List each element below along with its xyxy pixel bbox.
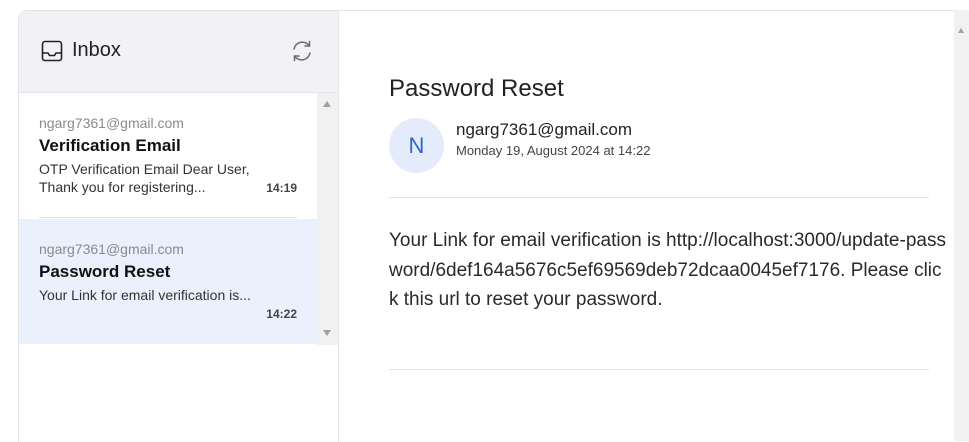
page-scrollbar[interactable] (954, 10, 969, 441)
inbox-tray-icon (41, 40, 63, 62)
mail-subject: Password Reset (39, 262, 171, 281)
mail-list-scrollbar[interactable] (317, 93, 338, 345)
mail-preview: Your Link for email verification is... (39, 287, 251, 303)
mail-reader: Password Reset N ngarg7361@gmail.com Mon… (339, 11, 969, 442)
inbox-sidebar: Inbox ngarg7361@gmail.com Verification E… (19, 11, 339, 442)
mail-sender: ngarg7361@gmail.com (39, 115, 184, 131)
mail-sender: ngarg7361@gmail.com (39, 241, 184, 257)
scroll-up-arrow-icon[interactable] (323, 101, 331, 107)
mail-time: 14:19 (266, 181, 297, 195)
reader-divider-bottom (389, 369, 929, 370)
list-divider (39, 217, 297, 218)
avatar: N (389, 118, 444, 173)
mail-list-item[interactable]: ngarg7361@gmail.com Verification Email O… (19, 93, 317, 218)
reader-subject: Password Reset (389, 75, 564, 102)
mail-list: ngarg7361@gmail.com Verification Email O… (19, 93, 317, 345)
mail-list-item-selected[interactable]: ngarg7361@gmail.com Password Reset Your … (19, 219, 317, 344)
reader-sender: ngarg7361@gmail.com (456, 120, 633, 139)
mail-subject: Verification Email (39, 136, 181, 155)
mail-time: 14:22 (266, 307, 297, 321)
refresh-icon[interactable] (289, 38, 315, 64)
sidebar-header: Inbox (19, 11, 338, 93)
inbox-title: Inbox (72, 39, 121, 61)
mail-preview: OTP Verification Email Dear User, Thank … (39, 161, 250, 195)
reader-date: Monday 19, August 2024 at 14:22 (456, 143, 651, 158)
mail-app: Inbox ngarg7361@gmail.com Verification E… (18, 10, 969, 442)
scroll-down-arrow-icon[interactable] (323, 330, 331, 336)
reader-divider-top (389, 197, 929, 198)
reader-body: Your Link for email verification is http… (389, 230, 946, 310)
scroll-up-arrow-icon[interactable] (958, 28, 964, 33)
